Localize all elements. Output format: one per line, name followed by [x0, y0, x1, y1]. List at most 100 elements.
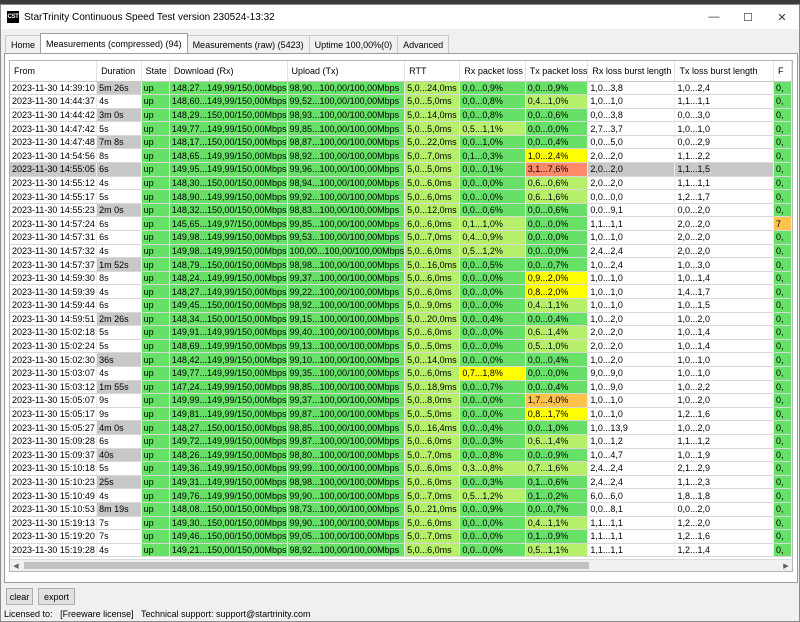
column-header[interactable]: Duration	[96, 61, 142, 82]
table-cell: 2023-11-30 14:57:31	[10, 230, 98, 245]
table-row[interactable]: 2023-11-30 14:44:42 3m 0s up 148,29...150,0…	[10, 108, 792, 123]
table-cell: 148,90...149,99/150,00Mbps	[169, 189, 288, 204]
table-cell: 99,15...100,00/100,00Mbps	[287, 312, 406, 327]
tab-measurements-raw[interactable]: Measurements (raw) (5423)	[186, 35, 310, 53]
table-row[interactable]: 2023-11-30 15:19:20 7s up 149,46...150,00/1…	[10, 529, 792, 544]
table-row[interactable]: 2023-11-30 14:39:10 5m 26s up 148,27...149,…	[10, 81, 792, 96]
column-header[interactable]: Rx loss burst length	[587, 61, 676, 82]
table-row[interactable]: 2023-11-30 14:57:32 4s up 149,98...149,99/1…	[10, 244, 792, 259]
table-row[interactable]: 2023-11-30 14:57:24 6s up 145,65...149,97/1…	[10, 216, 792, 232]
table-row[interactable]: 2023-11-30 14:47:48 7m 8s up 148,17...150,0…	[10, 135, 792, 150]
table-row[interactable]: 2023-11-30 15:09:28 6s up 149,72...149,99/1…	[10, 434, 792, 449]
table-cell: 4s	[96, 488, 142, 503]
measurements-grid[interactable]: From Duration State Download (Rx) Upload (Tx…	[9, 60, 793, 572]
table-row[interactable]: 2023-11-30 15:05:27 4m 0s up 148,27...150,0…	[10, 420, 792, 435]
table-cell: 0,0...0,0%	[459, 516, 526, 531]
table-row[interactable]: 2023-11-30 15:10:23 25s up 149,31...149,99/…	[10, 475, 792, 490]
table-row[interactable]: 2023-11-30 15:03:12 1m 55s up 147,24...149,…	[10, 380, 792, 395]
table-row[interactable]: 2023-11-30 14:59:39 4s up 148,27...149,99/1…	[10, 284, 792, 299]
table-cell: 0,5...1,1%	[459, 121, 526, 136]
tab-home[interactable]: Home	[5, 35, 42, 53]
table-row[interactable]: 2023-11-30 14:59:44 6s up 149,45...150,00/1…	[10, 298, 792, 313]
table-row[interactable]: 2023-11-30 14:44:37 4s up 148,60...149,99/1…	[10, 94, 792, 109]
clear-button[interactable]: clear	[6, 588, 33, 605]
table-row[interactable]: 2023-11-30 14:55:12 4s up 148,30...150,00/1…	[10, 176, 792, 191]
table-cell: 8m 19s	[96, 502, 142, 517]
export-button[interactable]: export	[38, 588, 75, 605]
table-cell: 1,0...2,0	[674, 420, 775, 435]
minimize-icon[interactable]: —	[697, 5, 731, 29]
table-cell: 149,95...149,99/150,00Mbps	[169, 162, 288, 177]
table-cell: 0,0...0,5%	[459, 257, 526, 272]
table-row[interactable]: 2023-11-30 14:55:17 5s up 148,90...149,99/1…	[10, 189, 792, 204]
table-cell: 4s	[96, 94, 142, 109]
table-cell: 0,0...0,6%	[459, 203, 526, 218]
table-row[interactable]: 2023-11-30 15:10:53 8m 19s up 148,08...150,…	[10, 502, 792, 517]
table-cell: 2023-11-30 14:55:23	[10, 203, 98, 218]
scroll-right-icon[interactable]: ▶	[780, 560, 792, 571]
table-cell: 0,5...1,2%	[459, 244, 526, 259]
table-cell: 99,10...100,00/100,00Mbps	[287, 352, 406, 367]
table-cell: 0,0...0,0	[587, 189, 676, 204]
column-header[interactable]: Rx packet loss	[459, 61, 526, 82]
table-cell: 149,36...149,99/150,00Mbps	[169, 461, 288, 476]
table-cell: up	[141, 298, 170, 313]
table-cell: 98,98...100,00/100,00Mbps	[287, 475, 406, 490]
table-cell: 0,0...0,0%	[459, 271, 526, 286]
tab-advanced[interactable]: Advanced	[397, 35, 450, 53]
window-controls: — ☐ ✕	[697, 5, 799, 29]
maximize-icon[interactable]: ☐	[731, 5, 765, 29]
table-cell: 0,	[773, 298, 792, 313]
column-header[interactable]: Download (Rx)	[169, 61, 288, 82]
table-row[interactable]: 2023-11-30 15:19:28 4s up 149,21...150,00/1…	[10, 543, 792, 558]
table-row[interactable]: 2023-11-30 14:59:51 2m 26s up 148,34...150,…	[10, 312, 792, 327]
column-header[interactable]: RTT	[404, 61, 461, 82]
column-header[interactable]: Tx loss burst length	[674, 61, 775, 82]
scrollbar-thumb[interactable]	[24, 562, 589, 569]
table-cell: 149,76...149,99/150,00Mbps	[169, 488, 288, 503]
table-row[interactable]: 2023-11-30 14:55:23 2m 0s up 148,32...150,0…	[10, 203, 792, 218]
table-cell: 1,2...1,7	[674, 189, 775, 204]
table-row[interactable]: 2023-11-30 15:05:07 9s up 149,99...149,99/1…	[10, 393, 792, 408]
table-cell: 1,0...1,0	[587, 271, 676, 286]
tab-measurements-compressed[interactable]: Measurements (compressed) (94)	[40, 33, 188, 53]
table-cell: 2023-11-30 14:59:51	[10, 312, 98, 327]
table-row[interactable]: 2023-11-30 15:10:49 4s up 149,76...149,99/1…	[10, 488, 792, 503]
table-row[interactable]: 2023-11-30 15:05:17 9s up 149,81...149,99/1…	[10, 407, 792, 422]
table-row[interactable]: 2023-11-30 15:10:18 5s up 149,36...149,99/1…	[10, 461, 792, 476]
table-row[interactable]: 2023-11-30 14:54:56 8s up 148,65...149,99/1…	[10, 148, 792, 164]
table-cell: 5,0...16,0ms	[404, 257, 461, 272]
table-row[interactable]: 2023-11-30 15:02:18 5s up 149,91...149,99/1…	[10, 325, 792, 340]
table-cell: 99,90...100,00/100,00Mbps	[287, 488, 406, 503]
table-row[interactable]: 2023-11-30 15:09:37 40s up 148,26...149,99/…	[10, 448, 792, 463]
table-cell: 2023-11-30 14:59:44	[10, 298, 98, 313]
table-cell: 149,30...150,00/150,00Mbps	[169, 516, 288, 531]
table-row[interactable]: 2023-11-30 15:02:30 36s up 148,42...149,99/…	[10, 352, 792, 367]
close-icon[interactable]: ✕	[765, 5, 799, 29]
column-header[interactable]: Tx packet loss	[525, 61, 589, 82]
support-email[interactable]: support@startrinity.com	[216, 609, 311, 619]
table-row[interactable]: 2023-11-30 14:57:31 6s up 149,98...149,99/1…	[10, 230, 792, 245]
column-header[interactable]: Upload (Tx)	[287, 61, 406, 82]
table-row[interactable]: 2023-11-30 14:47:42 5s up 149,77...149,99/1…	[10, 121, 792, 136]
table-row[interactable]: 2023-11-30 15:02:24 5s up 148,69...149,99/1…	[10, 339, 792, 354]
table-cell: 1,2...1,6	[674, 407, 775, 422]
table-cell: 0,	[773, 135, 792, 150]
table-cell: 2m 26s	[96, 312, 142, 327]
table-cell: 4s	[96, 244, 142, 259]
table-cell: 0,0...2,0	[674, 502, 775, 517]
column-header[interactable]: F	[773, 61, 792, 82]
table-cell: up	[141, 475, 170, 490]
table-row[interactable]: 2023-11-30 15:19:13 7s up 149,30...150,00/1…	[10, 516, 792, 531]
scroll-left-icon[interactable]: ◀	[10, 560, 22, 571]
column-header[interactable]: From	[10, 61, 98, 82]
tab-uptime[interactable]: Uptime 100,00%(0)	[308, 35, 399, 53]
table-row[interactable]: 2023-11-30 14:55:05 6s up 149,95...149,99/1…	[10, 162, 792, 177]
table-cell: 5,0...6,0ms	[404, 176, 461, 191]
horizontal-scrollbar[interactable]: ◀ ▶	[10, 559, 792, 571]
table-row[interactable]: 2023-11-30 14:59:30 8s up 148,24...149,99/1…	[10, 271, 792, 286]
table-cell: 2,4...2,4	[587, 244, 676, 259]
column-header[interactable]: State	[141, 61, 170, 82]
table-row[interactable]: 2023-11-30 14:57:37 1m 52s up 148,79...150,…	[10, 257, 792, 272]
table-row[interactable]: 2023-11-30 15:03:07 4s up 149,77...149,99/1…	[10, 366, 792, 381]
